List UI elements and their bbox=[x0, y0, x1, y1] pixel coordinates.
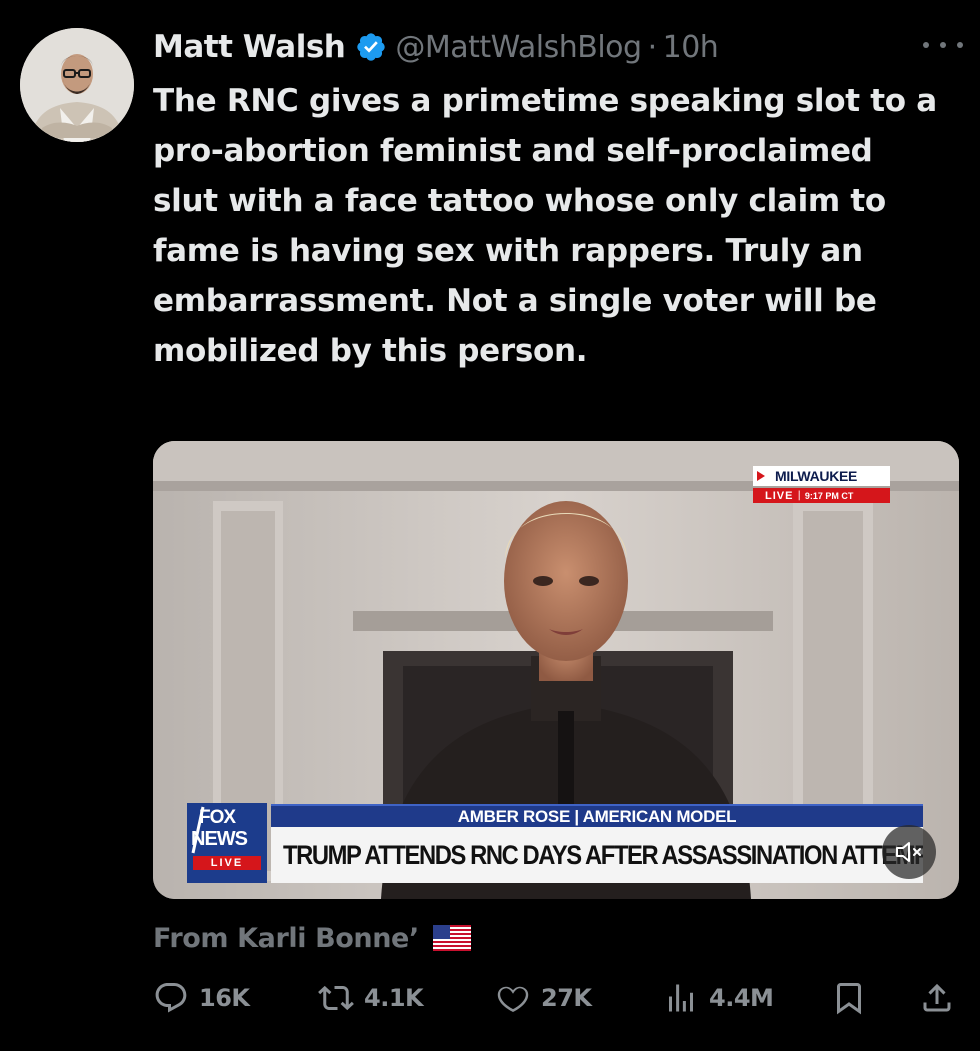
clock-label: 9:17 PM CT bbox=[804, 490, 854, 501]
reply-count: 16K bbox=[199, 984, 250, 1012]
location-label: MILWAUKEE bbox=[775, 468, 858, 484]
video-player[interactable]: MILWAUKEE LIVE | 9:17 PM CT FOX NEWS LIV… bbox=[153, 441, 959, 899]
display-name[interactable]: Matt Walsh bbox=[153, 29, 346, 65]
repost-count: 4.1K bbox=[364, 984, 424, 1012]
separator-dot: · bbox=[647, 29, 658, 65]
logo-line2: NEWS bbox=[191, 828, 248, 850]
us-flag-icon bbox=[432, 925, 471, 951]
heart-icon bbox=[497, 986, 529, 1012]
live-bar: LIVE | 9:17 PM CT bbox=[753, 488, 890, 503]
handle[interactable]: @MattWalshBlog bbox=[395, 30, 642, 65]
tweet: Matt Walsh @MattWalshBlog · 10h The RNC … bbox=[0, 0, 980, 1051]
share-button[interactable] bbox=[919, 975, 955, 1021]
live-location: MILWAUKEE bbox=[753, 466, 890, 486]
network-logo: FOX NEWS LIVE bbox=[187, 803, 267, 883]
chyron-subtitle-text: AMBER ROSE | AMERICAN MODEL bbox=[457, 807, 737, 826]
bookmark-icon bbox=[837, 983, 861, 1015]
repost-button[interactable]: 4.1K bbox=[318, 975, 424, 1021]
tweet-header: Matt Walsh @MattWalshBlog · 10h bbox=[153, 26, 963, 68]
reply-icon bbox=[155, 983, 187, 1013]
views-button[interactable]: 4.4M bbox=[663, 975, 774, 1021]
like-count: 27K bbox=[541, 984, 592, 1012]
live-label: LIVE bbox=[765, 489, 794, 502]
speaker-muted-icon bbox=[896, 842, 921, 862]
logo-line1: FOX bbox=[199, 807, 236, 828]
action-bar: 16K 4.1K 27K 4.4M bbox=[153, 975, 963, 1021]
verified-badge-icon[interactable] bbox=[355, 31, 387, 63]
views-chart-icon bbox=[669, 984, 693, 1012]
views-count: 4.4M bbox=[709, 984, 774, 1012]
live-bug: MILWAUKEE LIVE | 9:17 PM CT bbox=[753, 466, 890, 506]
repost-icon bbox=[318, 985, 354, 1011]
share-icon bbox=[923, 983, 951, 1012]
like-button[interactable]: 27K bbox=[495, 975, 592, 1021]
chyron-headline-text: TRUMP ATTENDS RNC DAYS AFTER ASSASSINATI… bbox=[283, 839, 923, 870]
bookmark-button[interactable] bbox=[831, 975, 867, 1021]
timestamp[interactable]: 10h bbox=[663, 30, 719, 65]
logo-live: LIVE bbox=[193, 856, 261, 870]
video-source[interactable]: From Karli Bonne’ bbox=[153, 918, 471, 958]
more-options-icon[interactable] bbox=[923, 30, 963, 60]
chyron-subtitle: AMBER ROSE | AMERICAN MODEL bbox=[271, 804, 923, 828]
tweet-text: The RNC gives a primetime speaking slot … bbox=[153, 83, 937, 369]
reply-button[interactable]: 16K bbox=[153, 975, 250, 1021]
mute-button[interactable] bbox=[882, 825, 936, 879]
avatar[interactable] bbox=[20, 28, 134, 142]
avatar-photo bbox=[20, 28, 134, 142]
chyron-headline: TRUMP ATTENDS RNC DAYS AFTER ASSASSINATI… bbox=[271, 827, 923, 883]
source-text[interactable]: From Karli Bonne’ bbox=[153, 923, 419, 954]
